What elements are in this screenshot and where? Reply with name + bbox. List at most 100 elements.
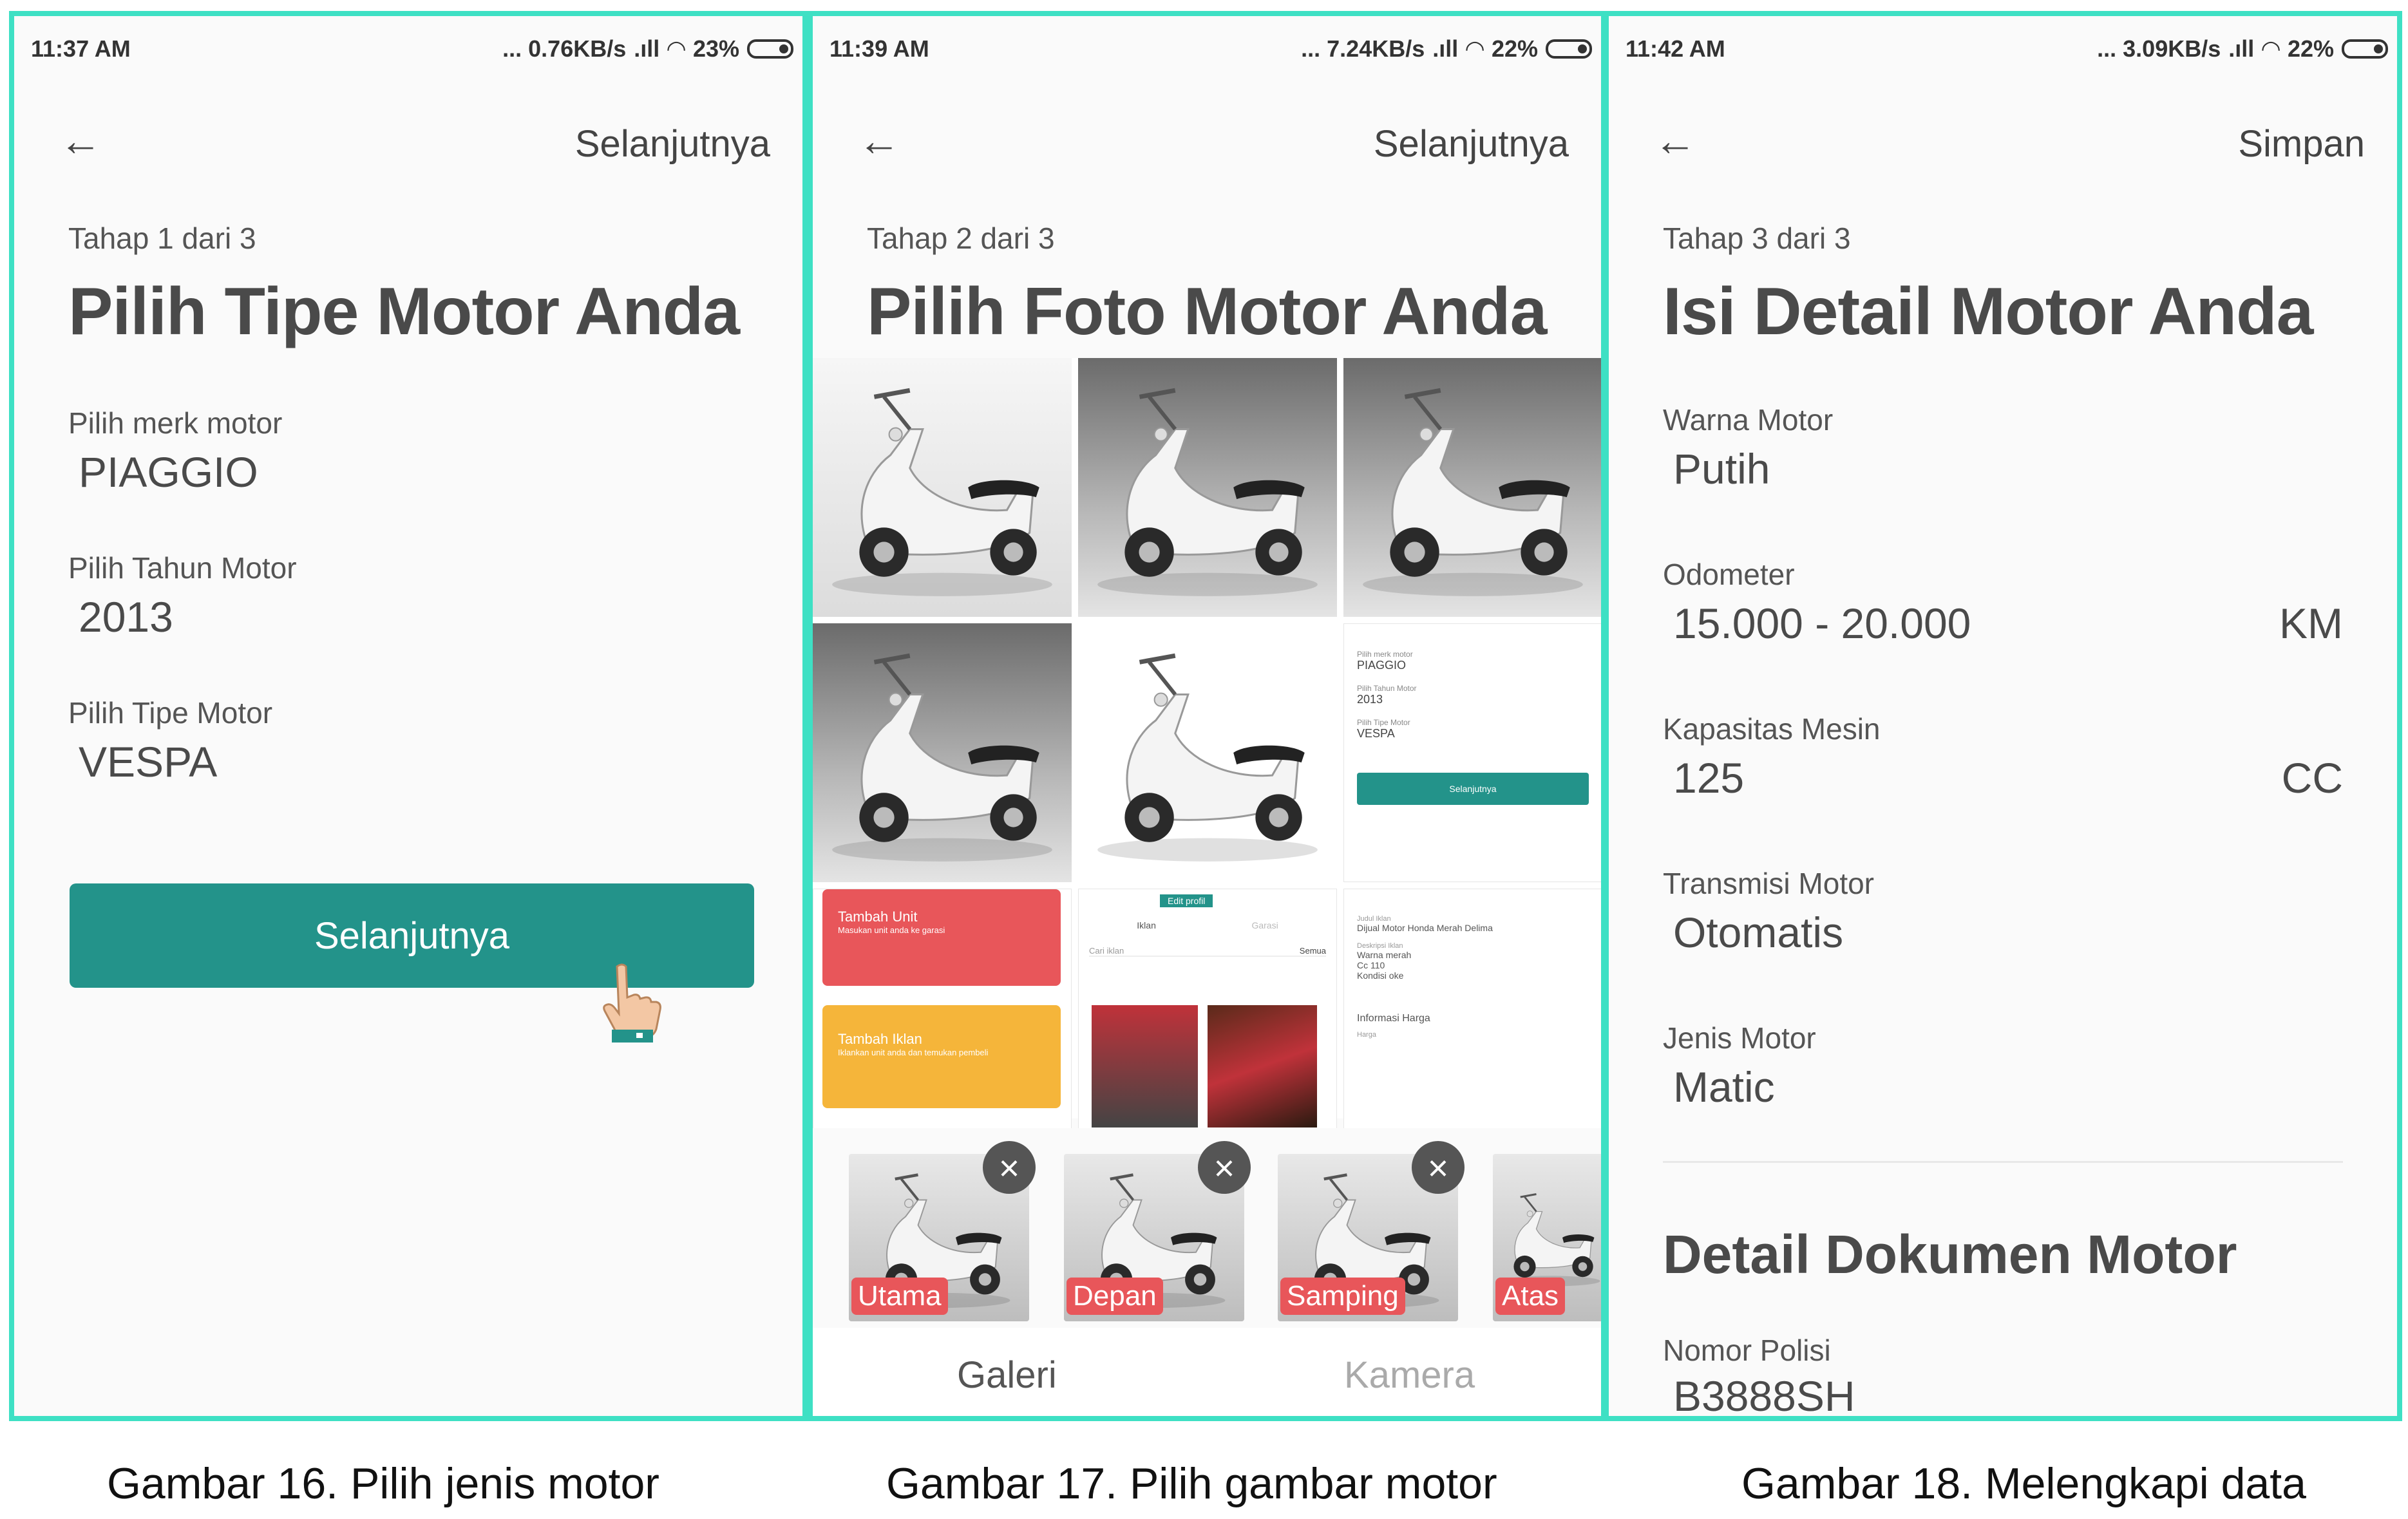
document-section-title: Detail Dokumen Motor bbox=[1663, 1224, 2237, 1285]
screen-step-2: 11:39 AM ... 7.24KB/s .ıll ◠ 22% ← Selan… bbox=[808, 11, 1606, 1421]
shot-text: Semua bbox=[1299, 946, 1326, 956]
shot-text: Tambah Iklan bbox=[838, 1031, 922, 1047]
gallery-screenshot[interactable]: Tambah Unit Masukan unit anda ke garasi … bbox=[813, 889, 1072, 1131]
shot-text: Edit profil bbox=[1160, 894, 1213, 907]
signal-icon: .ıll bbox=[634, 35, 660, 62]
shot-thumb-red bbox=[1092, 1005, 1198, 1127]
selected-photo-samping[interactable]: Samping × bbox=[1278, 1141, 1465, 1321]
gallery-photo[interactable] bbox=[1343, 358, 1601, 617]
year-label: Pilih Tahun Motor bbox=[68, 551, 297, 585]
arrow-left-icon[interactable]: ← bbox=[858, 119, 900, 162]
shot-text: Tambah Unit bbox=[838, 909, 918, 925]
shot-search: Cari iklan Semua bbox=[1089, 946, 1326, 957]
wifi-icon: ◠ bbox=[2262, 35, 2280, 62]
shot-label: Pilih Tahun Motor bbox=[1357, 684, 1417, 693]
shot-text: Garasi bbox=[1251, 920, 1278, 930]
gallery-photo[interactable] bbox=[1078, 623, 1337, 882]
wifi-icon: ◠ bbox=[1466, 35, 1484, 62]
photo-gallery-grid: Pilih merk motor PIAGGIO Pilih Tahun Mot… bbox=[813, 358, 1601, 1131]
odometer-field[interactable]: 15.000 - 20.000 bbox=[1673, 599, 1971, 648]
plate-field[interactable]: B3888SH bbox=[1673, 1372, 1855, 1416]
color-field[interactable]: Putih bbox=[1673, 444, 1770, 493]
shot-card-orange: Tambah Iklan Iklankan unit anda dan temu… bbox=[822, 1005, 1061, 1108]
engine-label: Kapasitas Mesin bbox=[1663, 712, 1881, 746]
shot-text: Masukan unit anda ke garasi bbox=[838, 925, 945, 935]
scooter-image bbox=[813, 358, 1072, 617]
odometer-unit: KM bbox=[2279, 599, 2343, 647]
gallery-screenshot[interactable]: Judul Iklan Dijual Motor Honda Merah Del… bbox=[1343, 889, 1601, 1131]
screen-step-1: 11:37 AM ... 0.76KB/s .ıll ◠ 23% ← Selan… bbox=[9, 11, 808, 1421]
battery-icon bbox=[747, 39, 793, 59]
close-icon[interactable]: × bbox=[1412, 1141, 1465, 1194]
shot-value: VESPA bbox=[1357, 727, 1395, 740]
network-speed: ... 0.76KB/s bbox=[502, 35, 627, 62]
tab-galeri[interactable]: Galeri bbox=[957, 1354, 1057, 1397]
shot-text: Deskripsi Iklan bbox=[1357, 942, 1403, 950]
shot-label: Pilih merk motor bbox=[1357, 650, 1413, 659]
status-right: ... 7.24KB/s .ıll ◠ 22% bbox=[1301, 35, 1592, 62]
year-select[interactable]: 2013 bbox=[79, 592, 173, 641]
selected-photos-strip: Utama × Depan × Samping × Atas bbox=[813, 1128, 1601, 1328]
gallery-photo[interactable] bbox=[1078, 358, 1337, 617]
battery-percent: 23% bbox=[692, 35, 739, 62]
shot-thumb-red bbox=[1208, 1005, 1317, 1127]
engine-unit: CC bbox=[2281, 754, 2343, 802]
odometer-label: Odometer bbox=[1663, 558, 1795, 591]
arrow-left-icon[interactable]: ← bbox=[1654, 119, 1696, 162]
next-link[interactable]: Selanjutnya bbox=[1374, 122, 1569, 165]
battery-percent: 22% bbox=[2287, 35, 2334, 62]
page-title: Isi Detail Motor Anda bbox=[1663, 274, 2313, 349]
brand-select[interactable]: PIAGGIO bbox=[79, 448, 258, 496]
signal-icon: .ıll bbox=[1432, 35, 1459, 62]
shot-value: PIAGGIO bbox=[1357, 659, 1407, 672]
wifi-icon: ◠ bbox=[667, 35, 685, 62]
network-speed: ... 3.09KB/s bbox=[2097, 35, 2221, 62]
source-tabs: Galeri Kamera bbox=[813, 1328, 1601, 1421]
type-label: Pilih Tipe Motor bbox=[68, 696, 273, 730]
status-bar: 11:39 AM ... 7.24KB/s .ıll ◠ 22% bbox=[813, 16, 1601, 80]
selected-photo-utama[interactable]: Utama × bbox=[849, 1141, 1036, 1321]
tab-indicator bbox=[813, 1419, 1209, 1421]
selected-photo-atas[interactable]: Atas bbox=[1493, 1154, 1601, 1321]
next-link[interactable]: Selanjutnya bbox=[575, 122, 770, 165]
battery-icon bbox=[2342, 39, 2388, 59]
photo-tag: Utama bbox=[851, 1278, 948, 1315]
gallery-screenshot[interactable]: Pilih merk motor PIAGGIO Pilih Tahun Mot… bbox=[1343, 623, 1601, 882]
shot-text: Kondisi oke bbox=[1357, 970, 1404, 981]
scooter-image bbox=[1078, 623, 1337, 882]
transmission-field[interactable]: Otomatis bbox=[1673, 908, 1843, 957]
close-icon[interactable]: × bbox=[983, 1141, 1036, 1194]
status-time: 11:37 AM bbox=[31, 35, 131, 62]
shot-button: Selanjutnya bbox=[1357, 773, 1589, 805]
shot-text: Dijual Motor Honda Merah Delima bbox=[1357, 923, 1493, 933]
shot-text: Cc 110 bbox=[1357, 960, 1385, 970]
step-indicator: Tahap 1 dari 3 bbox=[68, 222, 256, 255]
section-divider bbox=[1663, 1161, 2343, 1163]
brand-label: Pilih merk motor bbox=[68, 406, 283, 440]
gallery-screenshot[interactable]: Edit profil Iklan Garasi Cari iklan Semu… bbox=[1078, 889, 1337, 1131]
page-title: Pilih Foto Motor Anda bbox=[867, 274, 1547, 349]
status-bar: 11:37 AM ... 0.76KB/s .ıll ◠ 23% bbox=[14, 16, 802, 80]
save-link[interactable]: Simpan bbox=[2238, 122, 2365, 165]
engine-field[interactable]: 125 bbox=[1673, 753, 1744, 802]
plate-label: Nomor Polisi bbox=[1663, 1334, 1831, 1367]
type-select[interactable]: VESPA bbox=[79, 737, 217, 786]
figure-caption: Gambar 17. Pilih gambar motor bbox=[886, 1459, 1497, 1508]
shot-label: Pilih Tipe Motor bbox=[1357, 718, 1410, 727]
tab-kamera[interactable]: Kamera bbox=[1344, 1354, 1475, 1397]
page-title: Pilih Tipe Motor Anda bbox=[68, 274, 740, 349]
transmission-label: Transmisi Motor bbox=[1663, 867, 1874, 900]
status-time: 11:42 AM bbox=[1626, 35, 1725, 62]
gallery-photo[interactable] bbox=[813, 358, 1072, 617]
arrow-left-icon[interactable]: ← bbox=[59, 119, 102, 162]
photo-tag: Samping bbox=[1280, 1278, 1405, 1315]
type-field[interactable]: Matic bbox=[1673, 1062, 1775, 1111]
gallery-photo[interactable] bbox=[813, 623, 1072, 882]
shot-text: Harga bbox=[1357, 1031, 1376, 1039]
shot-tabs: Iklan Garasi bbox=[1089, 920, 1326, 930]
signal-icon: .ıll bbox=[2228, 35, 2255, 62]
scooter-image bbox=[1078, 358, 1337, 617]
shot-card-red: Tambah Unit Masukan unit anda ke garasi bbox=[822, 889, 1061, 986]
close-icon[interactable]: × bbox=[1198, 1141, 1251, 1194]
selected-photo-depan[interactable]: Depan × bbox=[1064, 1141, 1251, 1321]
